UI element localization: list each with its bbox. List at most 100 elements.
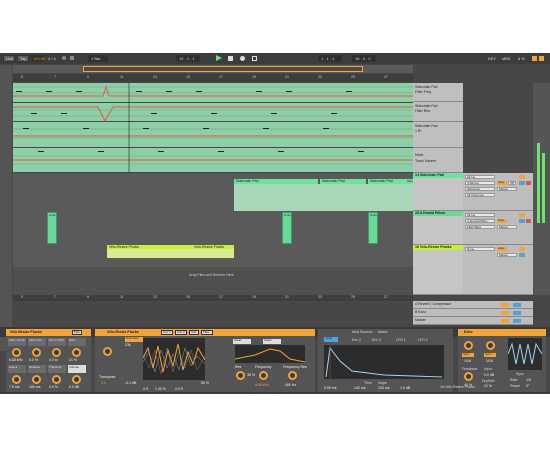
input-channel-dropdown[interactable]: 3-Stimps (465, 181, 495, 185)
osc1-tab[interactable]: Osc 1 (161, 330, 173, 335)
input-type-dropdown[interactable]: None (465, 247, 495, 251)
return-track-a[interactable]: A Reverb | Compressor (413, 301, 533, 309)
clip-plucks-b[interactable]: Velo-Resize Plucks (192, 245, 234, 258)
track-header-15-humid-pillow[interactable]: 15 A Humid Pillow (413, 211, 463, 245)
beat-time-ruler[interactable]: 5 7 9 11 13 15 17 19 21 23 25 27 (13, 74, 413, 82)
frequency-res-knob[interactable] (288, 371, 297, 380)
record-icon[interactable] (240, 56, 245, 61)
macro-7-label[interactable]: Transient (48, 365, 66, 373)
macro-2-knob[interactable] (32, 348, 41, 357)
amp-tab[interactable]: Amp (324, 336, 338, 342)
arm-button[interactable] (526, 219, 531, 223)
rack-map-button[interactable]: Map (72, 330, 82, 335)
wavetable-display[interactable] (143, 338, 205, 380)
quantize-dropdown[interactable]: 1 Bar (88, 55, 108, 62)
mod-envelope-section[interactable]: Amp Mod Sources Env 2 Env 3 LFO 1 LFO 2 … (318, 329, 453, 392)
overview-visible-region[interactable] (83, 66, 363, 72)
matrix-tab[interactable]: Matrix (378, 330, 388, 334)
midi-map-button[interactable]: MIDI (502, 56, 510, 61)
macro-5-knob[interactable] (12, 375, 21, 384)
lfo2-tab[interactable]: LFO 2 (418, 338, 428, 342)
clip-plucks-a[interactable]: Velo-Resize Plucks (107, 245, 192, 258)
echo-sync-left[interactable]: Sync (462, 352, 474, 357)
solo-button[interactable] (519, 181, 525, 185)
track-header-filter-res[interactable]: Sidechain Pad Filter Res (413, 102, 463, 122)
echo-sync-right[interactable]: Sync (484, 352, 496, 357)
macro-4-knob[interactable] (72, 348, 81, 357)
macro-1-knob[interactable] (12, 348, 21, 357)
left-browser-toggle[interactable] (0, 65, 12, 351)
monitor-off[interactable]: Off (508, 181, 516, 185)
track-header-16-plucks[interactable]: 16 Velo-Resize Plucks (413, 245, 463, 295)
arrangement-position[interactable]: 13 . 1 . 1 (176, 55, 200, 62)
macro-5-label[interactable]: Attack (8, 365, 26, 373)
loop-length-field[interactable]: 16 . 0 . 0 (352, 55, 376, 62)
res-knob[interactable] (236, 371, 245, 380)
macro-1-label[interactable]: Filter Cutoff (8, 338, 26, 346)
osc-distortion-label[interactable]: Distortion (125, 336, 143, 342)
humid-pillow-lane[interactable] (13, 211, 413, 245)
monitor-auto[interactable]: Auto (497, 180, 507, 185)
sub-tab[interactable]: Sub (189, 330, 199, 335)
device-echo[interactable]: Echo Sync Sync 1/16 1/16 Feedback 40 % I… (458, 329, 546, 392)
follow-icon[interactable] (70, 56, 74, 60)
env3-tab[interactable]: Env 3 (372, 338, 381, 342)
osc-position-knob[interactable] (103, 347, 112, 356)
solo-button[interactable] (519, 253, 525, 257)
macro-3-knob[interactable] (52, 348, 61, 357)
clip-humid-1[interactable]: A Hu (47, 212, 57, 244)
time-ruler-bottom[interactable]: 5 7 9 11 13 15 17 19 21 23 25 27 (13, 295, 413, 301)
macro-4-label[interactable]: Echo (68, 338, 86, 346)
metronome-icon[interactable] (62, 56, 66, 60)
return-track-b[interactable]: B Echo (413, 309, 533, 317)
transpose-value[interactable]: 0.0 (101, 381, 106, 385)
track-number[interactable] (519, 247, 525, 251)
filter-curve-display[interactable] (235, 345, 305, 363)
arm-button[interactable] (526, 181, 531, 185)
echo-mod-display[interactable] (508, 338, 542, 370)
macro-2-label[interactable]: Filter Res (28, 338, 46, 346)
track-number[interactable] (519, 175, 525, 179)
input-type-dropdown[interactable]: All Ins (465, 213, 495, 217)
automation-envelopes[interactable] (13, 83, 413, 173)
device-wavetable[interactable]: Velo-Resize Plucks Osc 1 Osc 2 Sub Filte… (95, 329, 315, 392)
filter-bass-dropdown[interactable]: Filter Bass (465, 225, 495, 229)
output-dropdown[interactable]: Master (497, 225, 517, 229)
sidechain-clip-body[interactable] (234, 184, 413, 211)
macro-8-knob[interactable] (72, 375, 81, 384)
stop-icon[interactable] (228, 56, 233, 61)
frequency-knob[interactable] (259, 371, 268, 380)
echo-feedback-knob[interactable] (464, 372, 473, 381)
status-track-name[interactable]: 16-Velo-Resize Plucks (440, 385, 475, 390)
output-dropdown[interactable]: Master (497, 253, 517, 257)
device-rack[interactable]: Velo-Resize Plucks Map Filter Cutoff 5.88… (6, 329, 91, 392)
track-header-14-sidechain-pad[interactable]: 14 Sidechain Pad (413, 173, 463, 211)
echo-right-knob[interactable] (486, 341, 495, 350)
monitor-auto[interactable]: Auto (497, 218, 507, 223)
monitor-auto[interactable]: Auto (497, 246, 507, 251)
macro-6-knob[interactable] (32, 375, 41, 384)
output-dropdown[interactable]: Master (497, 187, 517, 191)
drop-area[interactable]: Drop Files and Devices Here (13, 267, 413, 295)
play-icon[interactable] (216, 55, 222, 61)
envelope-display[interactable] (324, 345, 444, 379)
filter-type-dropdown[interactable]: Clean (233, 338, 251, 344)
filter-tab[interactable]: Filter (201, 330, 213, 335)
arrangement-overview[interactable] (13, 65, 413, 73)
tempo-field[interactable]: 120.00 (31, 55, 45, 62)
channel-dropdown[interactable]: All Channels (465, 193, 495, 197)
clip-humid-2[interactable]: A Hu (282, 212, 292, 244)
input-type-dropdown[interactable]: All Ins (465, 175, 495, 179)
input-channel-dropdown[interactable]: A-Humid Pillow (465, 219, 495, 223)
mod-sources-tab[interactable]: Mod Sources (352, 330, 373, 334)
master-track[interactable]: Master (413, 317, 533, 325)
macro-8-label[interactable]: Volume (68, 365, 86, 373)
solo-button[interactable] (519, 219, 525, 223)
overdub-icon[interactable] (252, 56, 257, 61)
track-header-filter-freq[interactable]: Sidechain Pad Filter Freq (413, 83, 463, 102)
link-button[interactable]: Link (3, 55, 15, 62)
lfo1-tab[interactable]: LFO 1 (396, 338, 406, 342)
time-signature[interactable]: 4 / 4 (48, 56, 56, 61)
track-header-volume[interactable]: Mixer Track Volume (413, 148, 463, 173)
macro-3-label[interactable]: Osc 2 Pitch (48, 338, 66, 346)
